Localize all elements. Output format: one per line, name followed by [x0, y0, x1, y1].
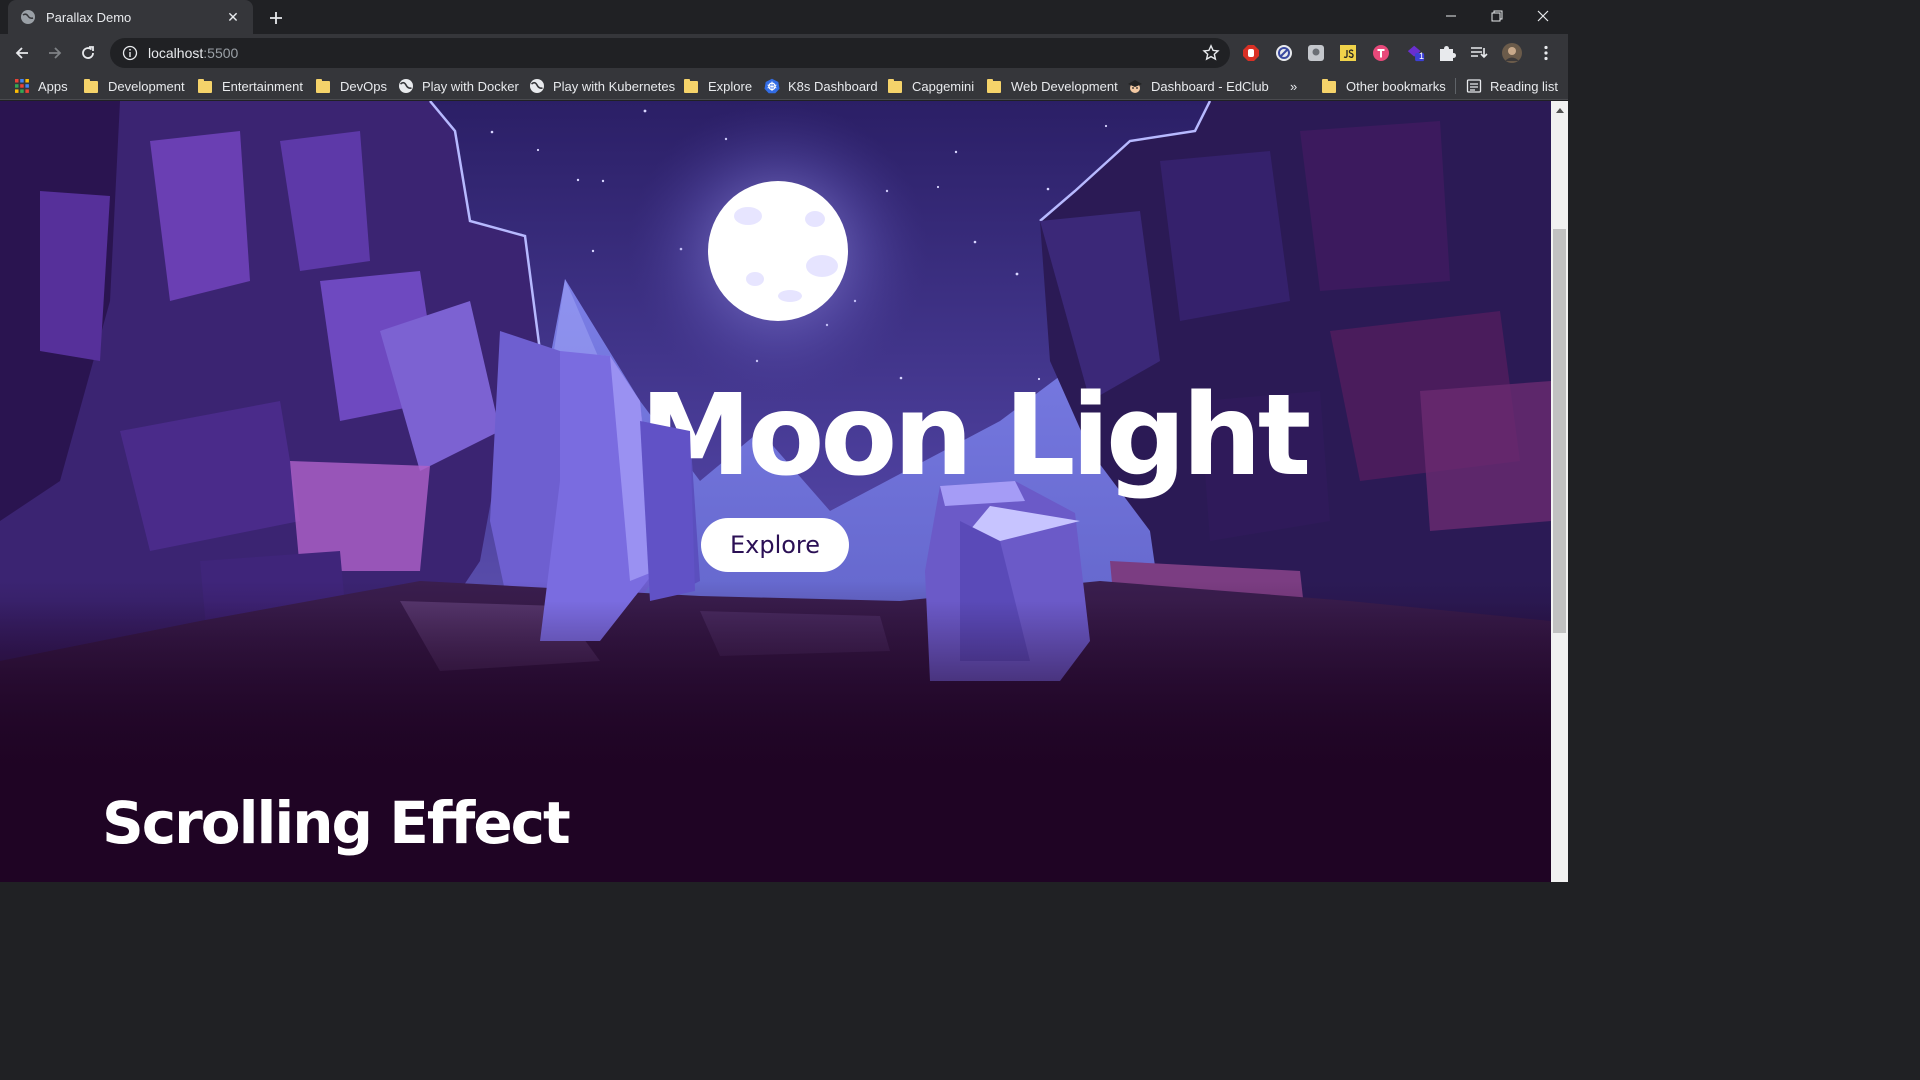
bookmark-other-bookmarks[interactable]: Other bookmarks	[1322, 77, 1446, 95]
badge-icon[interactable]: 1	[1406, 43, 1426, 63]
t-icon[interactable]	[1371, 43, 1391, 63]
bookmark-entertainment[interactable]: Entertainment	[198, 77, 303, 95]
folder-icon	[987, 78, 1001, 93]
globe-icon	[530, 79, 544, 93]
folder-icon	[888, 78, 902, 93]
arrow-left-icon	[15, 47, 28, 59]
bookmark-apps[interactable]: Apps	[14, 77, 68, 95]
plus-icon	[270, 12, 282, 24]
bookmark-web-development[interactable]: Web Development	[987, 77, 1118, 95]
chevron-double-right-icon: »	[1290, 78, 1298, 94]
bookmark-star-icon[interactable]	[1202, 44, 1220, 62]
reload-icon	[82, 46, 94, 59]
folder-icon	[84, 78, 98, 93]
puzzle-icon[interactable]	[1437, 43, 1457, 63]
minimize-button[interactable]	[1428, 0, 1474, 32]
close-icon	[1537, 10, 1549, 22]
reading-list-button[interactable]: Reading list	[1466, 77, 1558, 95]
edclub-icon	[1128, 80, 1142, 93]
bookmark-capgemini[interactable]: Capgemini	[888, 77, 974, 95]
bookmark-k8s-dashboard[interactable]: K8s Dashboard	[764, 77, 878, 95]
bookmark-devops[interactable]: DevOps	[316, 77, 387, 95]
tab-close-icon[interactable]: ✕	[225, 9, 241, 25]
apps-grid-icon	[15, 79, 29, 93]
scroll-up-arrow-icon[interactable]	[1551, 101, 1568, 118]
minimize-icon	[1446, 15, 1456, 17]
bookmark-label: Play with Docker	[422, 78, 519, 94]
bookmark-label: Apps	[38, 78, 68, 94]
url-text: localhost:5500	[148, 45, 238, 61]
moon	[708, 181, 848, 321]
menu-kebab-icon[interactable]	[1536, 43, 1556, 63]
bookmark-play-with-kubernetes[interactable]: Play with Kubernetes	[529, 77, 675, 95]
browser-toolbar: localhost:5500 1	[0, 34, 1568, 72]
bookmark-dashboard-edclub[interactable]: Dashboard - EdClub	[1127, 77, 1269, 95]
folder-icon	[1322, 78, 1336, 93]
folder-icon	[198, 78, 212, 93]
explore-button[interactable]: Explore	[701, 518, 849, 572]
section-title: Scrolling Effect	[102, 789, 571, 857]
bookmark-label: Explore	[708, 78, 753, 94]
bookmark-label: Entertainment	[222, 78, 303, 94]
bookmarks-divider	[1455, 78, 1456, 94]
new-tab-button[interactable]	[266, 8, 286, 28]
folder-icon	[316, 78, 330, 93]
address-bar[interactable]: localhost:5500	[110, 38, 1230, 68]
scrollbar-thumb[interactable]	[1553, 229, 1566, 633]
arrow-right-icon	[49, 47, 62, 59]
restore-button[interactable]	[1474, 0, 1520, 32]
globe-icon	[21, 10, 35, 24]
tab-parallax-demo[interactable]: Parallax Demo ✕	[8, 0, 253, 34]
tab-strip: Parallax Demo ✕	[0, 0, 1568, 34]
folder-icon	[684, 78, 698, 93]
tab-title: Parallax Demo	[46, 9, 132, 25]
bookmark-label: K8s Dashboard	[788, 78, 878, 94]
profile-avatar[interactable]	[1502, 43, 1522, 63]
bookmark-development[interactable]: Development	[84, 77, 185, 95]
globe-icon	[399, 79, 413, 93]
page-viewport: Moon Light Explore Scrolling Effect	[0, 101, 1551, 882]
reading-list-icon	[1466, 79, 1482, 93]
info-icon[interactable]	[122, 45, 138, 61]
restore-icon	[1491, 10, 1503, 22]
screenshot-icon[interactable]	[1306, 43, 1326, 63]
back-button[interactable]	[8, 39, 36, 67]
hero-title: Moon Light	[640, 371, 1311, 501]
bookmarks-bar: Apps Development Entertainment DevOps Pl…	[0, 72, 1568, 100]
reading-list-label: Reading list	[1490, 78, 1558, 94]
extension-badge-count: 1	[1419, 51, 1425, 61]
privacy-icon[interactable]	[1274, 43, 1294, 63]
bookmark-explore[interactable]: Explore	[684, 77, 752, 95]
bookmark-label: Play with Kubernetes	[553, 78, 676, 94]
reload-button[interactable]	[74, 39, 102, 67]
bookmark-label: Other bookmarks	[1346, 78, 1446, 94]
forward-button[interactable]	[41, 39, 69, 67]
bookmark-label: Development	[108, 78, 185, 94]
bookmark-label: Capgemini	[912, 78, 975, 94]
bookmark-play-with-docker[interactable]: Play with Docker	[398, 77, 519, 95]
bookmark-label: Web Development	[1011, 78, 1118, 94]
js-icon[interactable]	[1338, 43, 1358, 63]
close-window-button[interactable]	[1520, 0, 1566, 32]
reading-queue-icon[interactable]	[1469, 43, 1489, 63]
url-port: :5500	[203, 45, 239, 61]
url-host: localhost	[148, 45, 204, 61]
bookmark-label: DevOps	[340, 78, 387, 94]
bookmarks-overflow-button[interactable]: »	[1290, 77, 1297, 95]
page-scrollbar[interactable]	[1551, 101, 1568, 882]
bookmark-label: Dashboard - EdClub	[1151, 78, 1269, 94]
adblock-icon[interactable]	[1241, 43, 1261, 63]
kubernetes-icon	[764, 78, 780, 94]
